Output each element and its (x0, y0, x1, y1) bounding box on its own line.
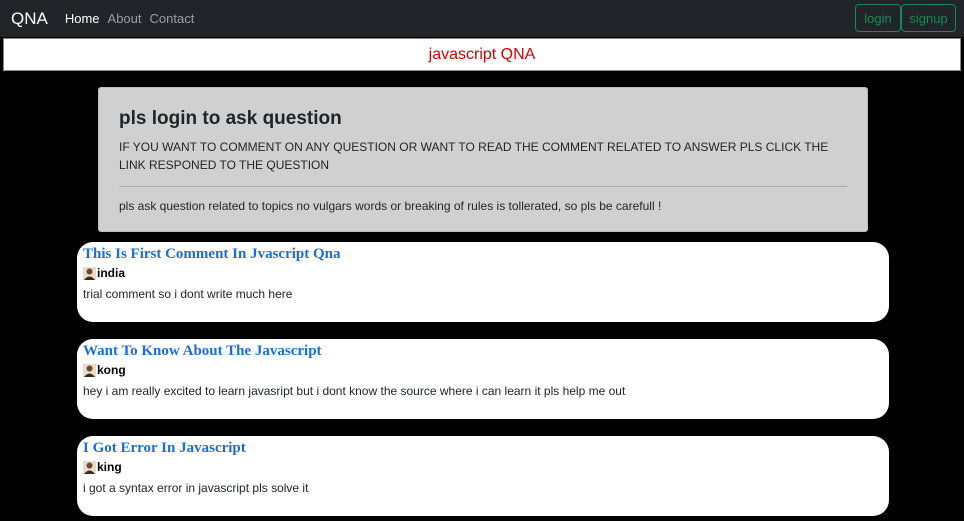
question-body: trial comment so i dont write much here (83, 287, 293, 301)
author-name: king (97, 460, 122, 474)
navbar: QNA Home About Contact login signup (0, 0, 964, 37)
category-title: javascript QNA (428, 45, 536, 63)
question-body: hey i am really excited to learn javasri… (83, 384, 626, 398)
signup-button[interactable]: signup (901, 4, 956, 32)
notice-lead: IF YOU WANT TO COMMENT ON ANY QUESTION O… (119, 140, 829, 172)
notice-title: pls login to ask question (119, 108, 342, 129)
question-title-link[interactable]: This Is First Comment In Jvascript Qna (83, 246, 883, 263)
user-avatar-icon (83, 363, 96, 377)
user-avatar-icon (83, 266, 96, 280)
question-author: india (83, 266, 883, 280)
question-card: This Is First Comment In Jvascript Qna i… (77, 242, 889, 322)
nav-link-contact[interactable]: Contact (150, 11, 195, 26)
nav-link-home[interactable]: Home (65, 11, 100, 26)
question-title-link[interactable]: I Got Error In Javascript (83, 440, 883, 457)
user-avatar-icon (83, 460, 96, 474)
brand-logo[interactable]: QNA (11, 9, 48, 29)
nav-link-about[interactable]: About (108, 11, 142, 26)
question-card: I Got Error In Javascript king i got a s… (77, 436, 889, 516)
auth-buttons: login signup (855, 4, 956, 32)
login-button[interactable]: login (855, 4, 901, 32)
question-title-link[interactable]: Want To Know About The Javascript (83, 343, 883, 360)
question-body: i got a syntax error in javascript pls s… (83, 481, 309, 495)
author-name: kong (97, 363, 126, 377)
category-header: javascript QNA (3, 38, 961, 71)
author-name: india (97, 266, 126, 280)
login-notice: pls login to ask question IF YOU WANT TO… (98, 87, 868, 232)
notice-divider (119, 186, 847, 187)
question-author: kong (83, 363, 883, 377)
question-card: Want To Know About The Javascript kong h… (77, 339, 889, 419)
notice-rules: pls ask question related to topics no vu… (119, 199, 662, 213)
question-author: king (83, 460, 883, 474)
